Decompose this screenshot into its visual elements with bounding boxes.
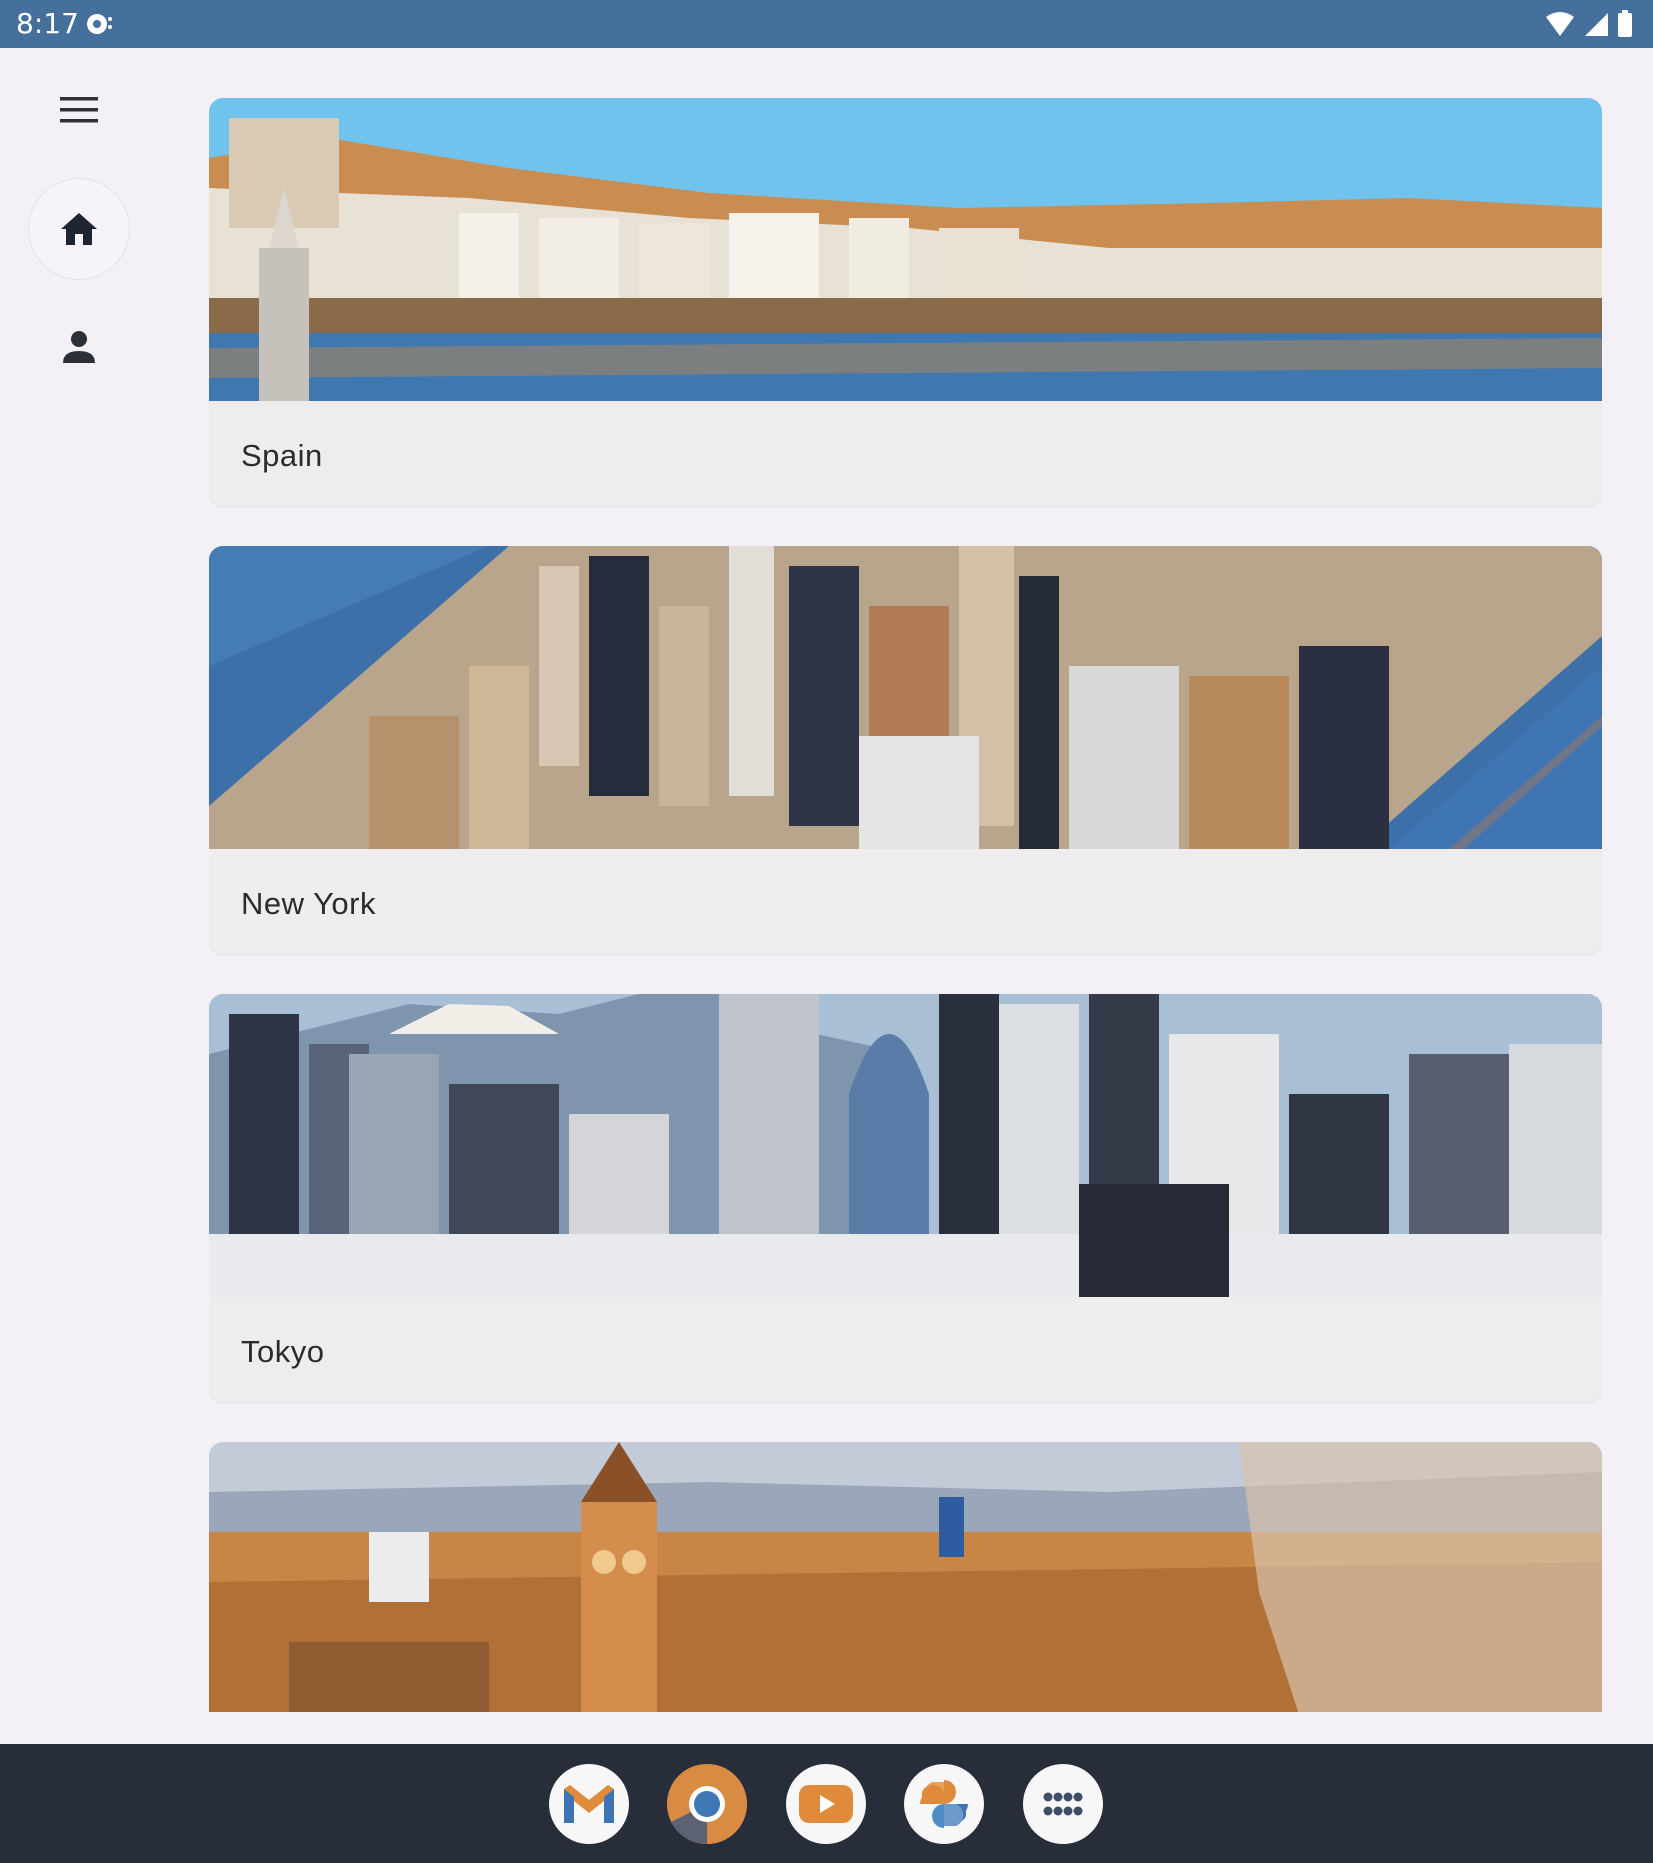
youtube-button[interactable] — [786, 1764, 866, 1844]
menu-button[interactable] — [28, 59, 130, 161]
person-icon — [62, 330, 96, 364]
app-drawer-button[interactable] — [1023, 1764, 1103, 1844]
status-time: 8:17 — [16, 7, 79, 40]
battery-icon — [1617, 10, 1633, 38]
chrome-icon — [667, 1764, 747, 1844]
app-dock — [0, 1744, 1653, 1863]
gmail-icon — [562, 1783, 616, 1825]
cellular-signal-icon — [1583, 11, 1609, 37]
wifi-icon — [1545, 11, 1575, 37]
pinwheel-photos-icon — [918, 1778, 970, 1830]
destination-card[interactable]: Spain — [209, 98, 1602, 506]
youtube-icon — [799, 1785, 853, 1823]
new-york-skyline-photo — [209, 546, 1602, 849]
card-title: Spain — [241, 438, 323, 473]
destination-card[interactable] — [209, 1442, 1602, 1712]
spain-coastal-town-photo — [209, 98, 1602, 401]
card-title: Tokyo — [241, 1334, 325, 1369]
app-grid-icon — [1043, 1790, 1083, 1818]
nav-item-home[interactable] — [28, 178, 130, 280]
destination-card[interactable]: New York — [209, 546, 1602, 954]
navigation-rail — [0, 48, 160, 1744]
destination-card[interactable]: Tokyo — [209, 994, 1602, 1402]
menu-icon — [60, 95, 98, 125]
tokyo-skyline-photo — [209, 994, 1602, 1297]
gmail-button[interactable] — [549, 1764, 629, 1844]
status-bar: 8:17 — [0, 0, 1653, 48]
home-icon — [60, 212, 98, 246]
card-title: New York — [241, 886, 376, 921]
notification-icon — [84, 10, 114, 38]
destination-list: Spain New York Tokyo — [209, 98, 1602, 1712]
chrome-button[interactable] — [667, 1764, 747, 1844]
nav-item-profile[interactable] — [28, 296, 130, 398]
european-city-clocktower-photo — [209, 1442, 1602, 1712]
photos-button[interactable] — [904, 1764, 984, 1844]
